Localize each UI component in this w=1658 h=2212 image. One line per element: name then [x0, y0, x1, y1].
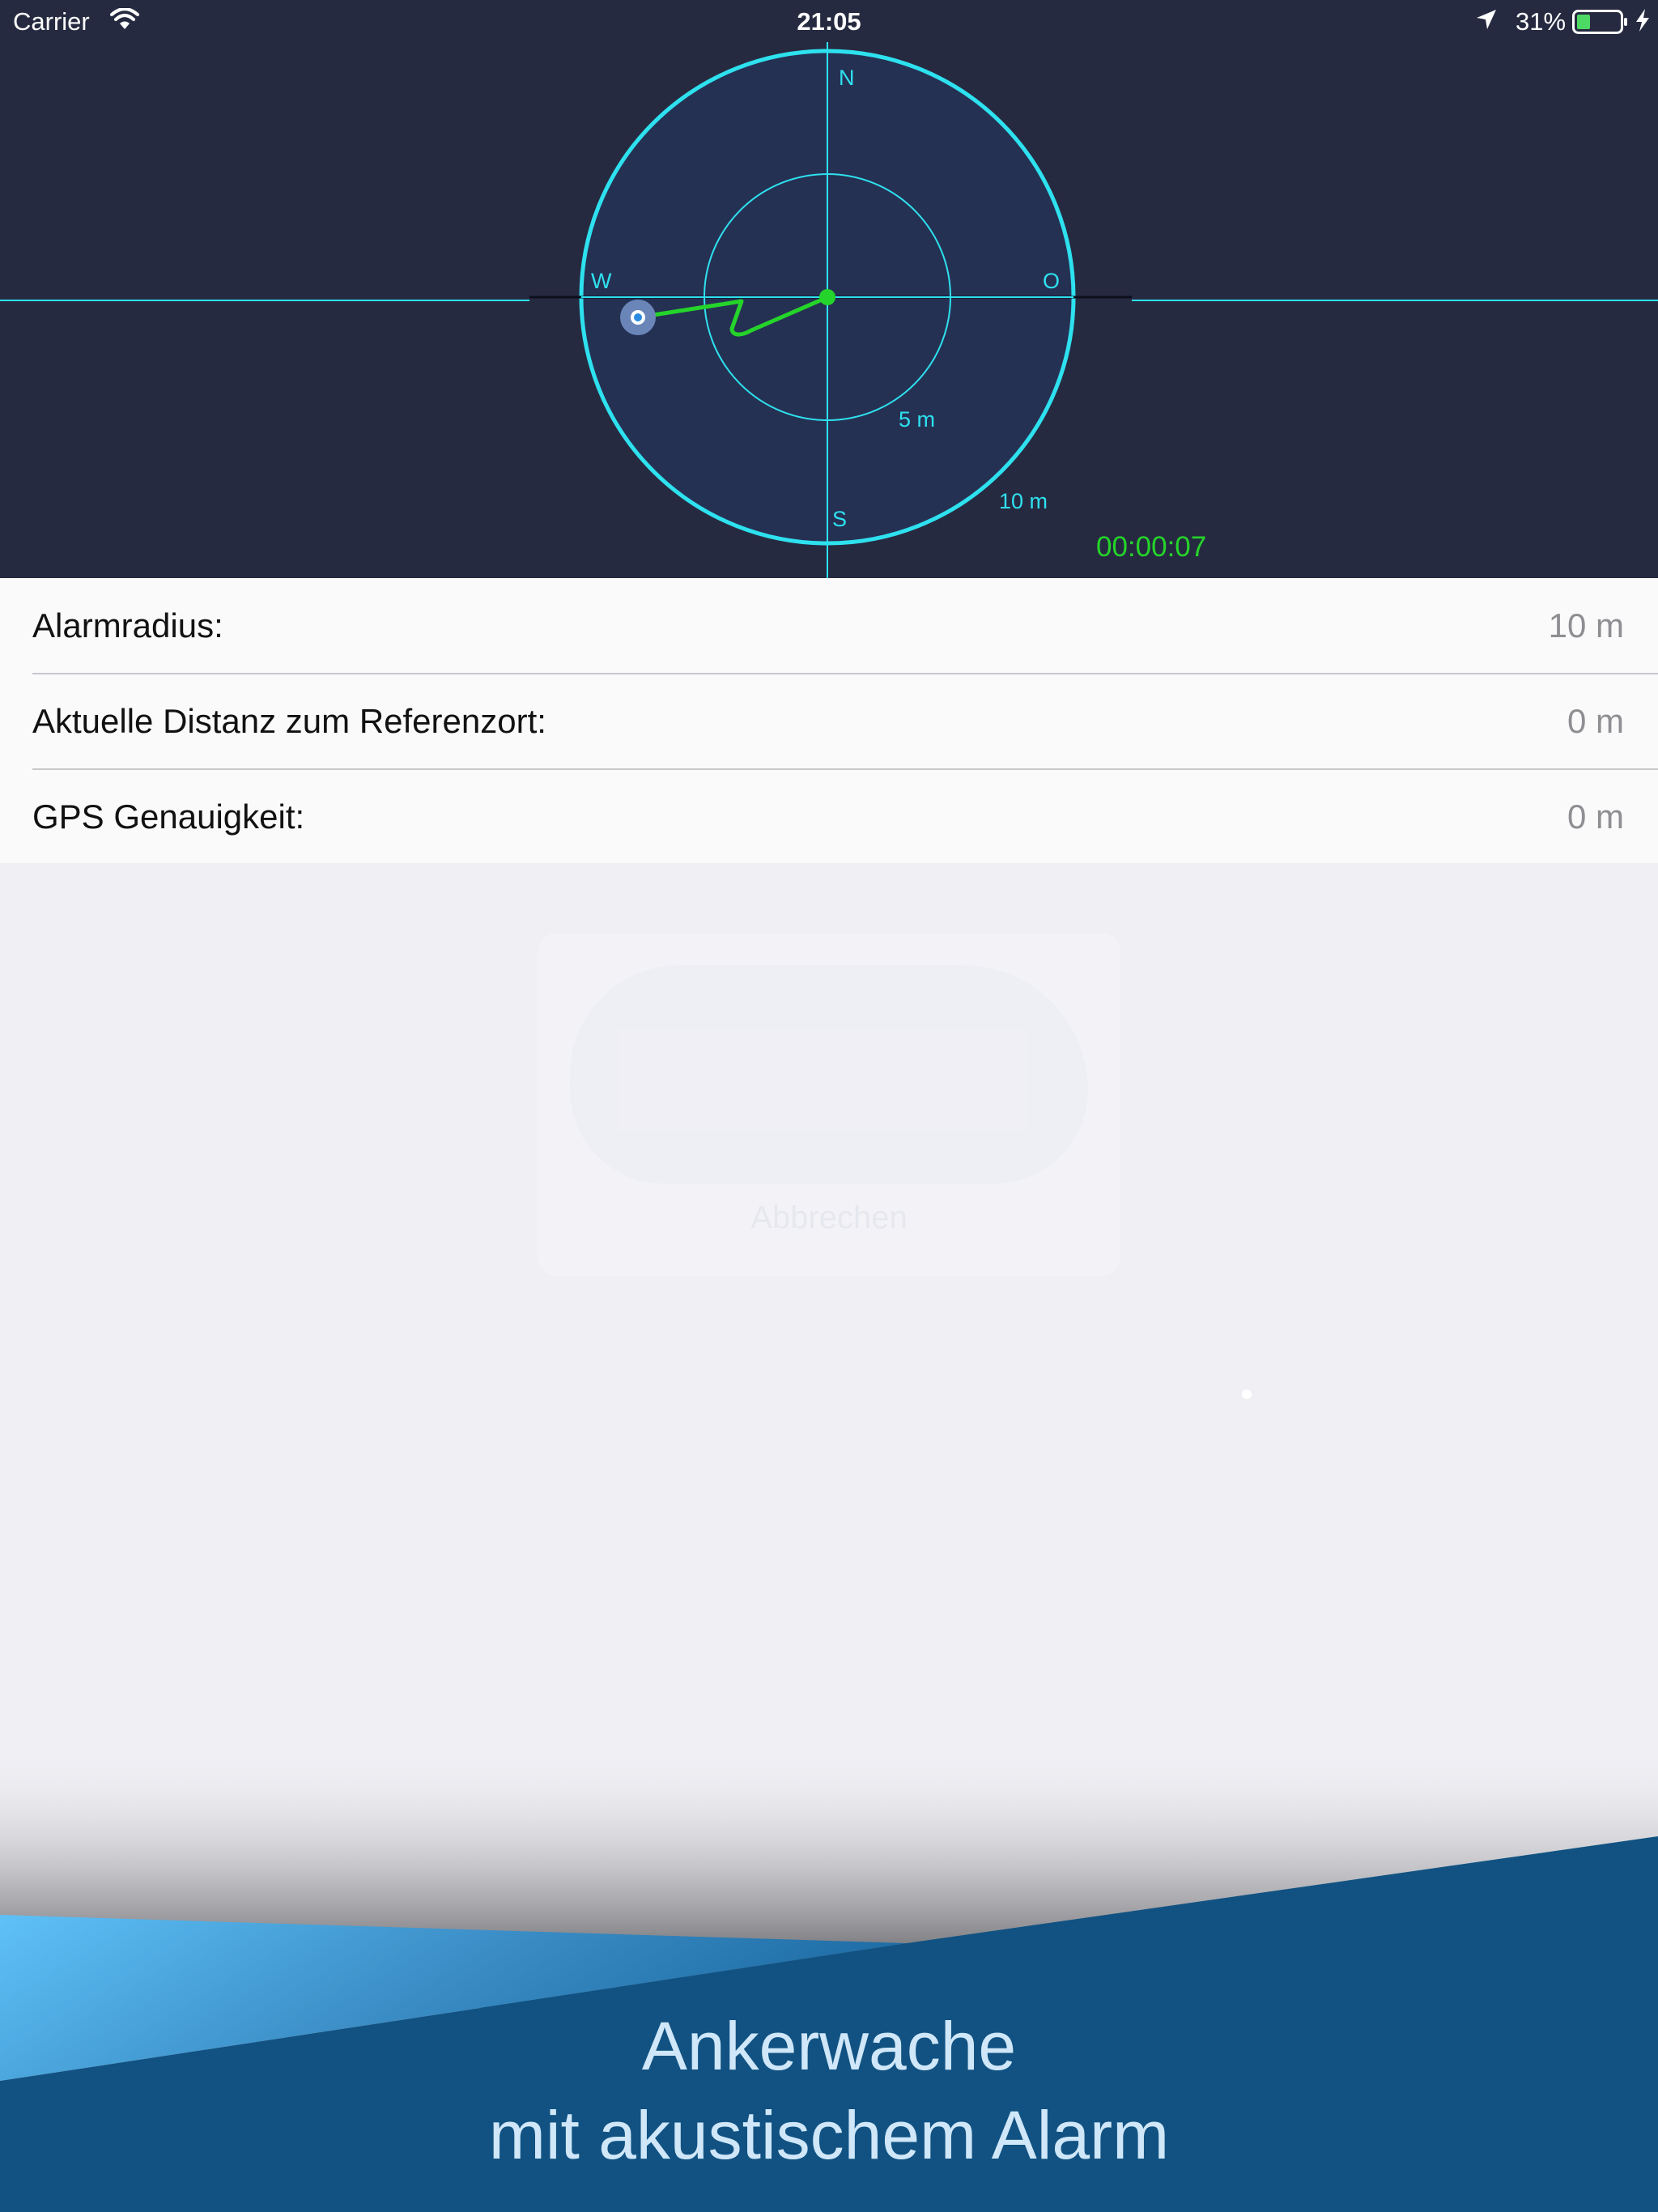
south-label: S: [832, 507, 847, 531]
anchor-radar: N S W O 5 m 10 m 00:00:07: [0, 42, 1658, 578]
list-item-alarm-radius[interactable]: Alarmradius: 10 m: [0, 578, 1658, 673]
battery-icon: [1572, 10, 1629, 40]
alarm-radius-label: Alarmradius:: [32, 606, 223, 644]
battery-percent: 31%: [1516, 7, 1567, 36]
battery-level-fill: [1577, 15, 1590, 29]
charging-bolt-icon: [1634, 8, 1652, 39]
north-label: N: [839, 66, 855, 90]
elapsed-timer: 00:00:07: [1096, 531, 1206, 563]
location-arrow-icon: [1475, 8, 1498, 37]
current-position-core: [634, 313, 642, 321]
page-indicator-dot: [1242, 1389, 1252, 1399]
current-distance-value: 0 m: [1567, 702, 1624, 740]
reference-point: [819, 289, 835, 305]
current-distance-label: Aktuelle Distanz zum Referenzort:: [32, 702, 546, 740]
list-item-current-distance[interactable]: Aktuelle Distanz zum Referenzort: 0 m: [0, 674, 1658, 768]
gps-accuracy-value: 0 m: [1567, 798, 1624, 836]
west-label: W: [591, 269, 612, 293]
outer-ring-label: 10 m: [999, 489, 1048, 513]
cancel-button[interactable]: Abbrechen: [538, 1200, 1120, 1236]
faded-dialog: Abbrechen: [538, 933, 1120, 1276]
banner-title-line1: Ankerwache: [641, 2008, 1017, 2084]
gps-accuracy-label: GPS Genauigkeit:: [32, 798, 305, 836]
status-time: 21:05: [797, 7, 861, 36]
status-bar: Carrier 21:05 31%: [0, 0, 1658, 44]
info-list: Alarmradius: 10 m Aktuelle Distanz zum R…: [0, 578, 1658, 863]
banner-title: Ankerwache mit akustischem Alarm: [0, 2001, 1658, 2180]
radar-panel: N S W O 5 m 10 m 00:00:07 Carrier 21:05 …: [0, 0, 1658, 578]
alarm-radius-value: 10 m: [1548, 606, 1624, 644]
east-label: O: [1043, 269, 1060, 293]
inner-ring-label: 5 m: [899, 407, 935, 432]
faded-dialog-shape: [570, 965, 1088, 1184]
banner-title-line2: mit akustischem Alarm: [488, 2097, 1170, 2173]
list-item-gps-accuracy[interactable]: GPS Genauigkeit: 0 m: [0, 769, 1658, 864]
